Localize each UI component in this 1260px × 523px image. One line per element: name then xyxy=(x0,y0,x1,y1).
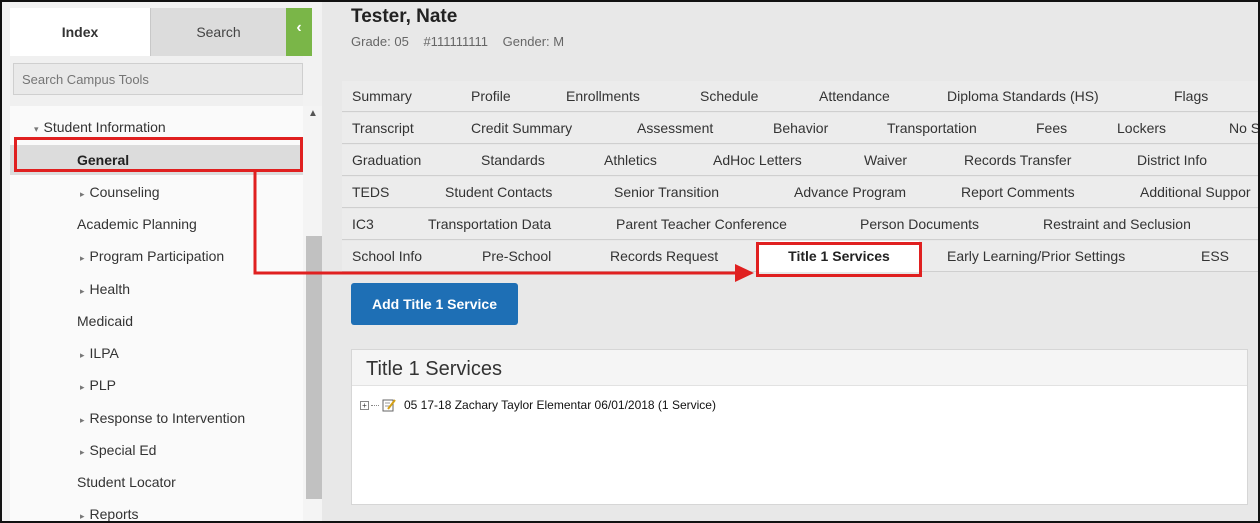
sidebar-item-student-locator[interactable]: Student Locator xyxy=(10,467,303,497)
sidebar-item-label: Special Ed xyxy=(89,442,157,458)
caret-right-icon: ▸ xyxy=(80,350,85,360)
panel-title: Title 1 Services xyxy=(352,350,1247,386)
app-frame: Index Search ‹ ▾Student Information Gene… xyxy=(0,0,1260,523)
sidebar-item-academic-planning[interactable]: Academic Planning xyxy=(10,209,303,239)
search-campus-tools-input[interactable] xyxy=(13,63,303,95)
student-id: #111111111 xyxy=(423,34,489,49)
sidebar-item-label: Student Locator xyxy=(77,474,176,490)
tab-index[interactable]: Index xyxy=(10,8,150,56)
sidebar-item-plp[interactable]: ▸ PLP xyxy=(10,370,303,400)
tab-student-contacts[interactable]: Student Contacts xyxy=(445,177,552,207)
scroll-up-arrow-icon[interactable]: ▲ xyxy=(308,108,318,119)
sidebar-item-label: Health xyxy=(89,281,130,297)
collapse-sidebar-button[interactable]: ‹ xyxy=(286,8,312,56)
tab-standards[interactable]: Standards xyxy=(481,145,545,175)
sidebar: Index Search ‹ ▾Student Information Gene… xyxy=(10,8,312,522)
sidebar-item-label: Academic Planning xyxy=(77,216,197,232)
tab-row-5: IC3 Transportation Data Parent Teacher C… xyxy=(342,209,1258,240)
caret-right-icon: ▸ xyxy=(80,447,85,457)
tab-adhoc-letters[interactable]: AdHoc Letters xyxy=(713,145,802,175)
sidebar-item-reports[interactable]: ▸ Reports xyxy=(10,499,303,522)
tab-transcript[interactable]: Transcript xyxy=(352,113,414,143)
sidebar-item-label: ILPA xyxy=(89,345,119,361)
tab-search[interactable]: Search xyxy=(150,8,286,56)
tab-attendance[interactable]: Attendance xyxy=(819,81,890,111)
tab-row-3: Graduation Standards Athletics AdHoc Let… xyxy=(342,145,1258,176)
tab-transportation[interactable]: Transportation xyxy=(887,113,977,143)
sidebar-item-label: Response to Intervention xyxy=(89,410,246,426)
sidebar-item-label: PLP xyxy=(89,377,116,393)
tab-row-4: TEDS Student Contacts Senior Transition … xyxy=(342,177,1258,208)
tab-ess[interactable]: ESS xyxy=(1201,241,1229,271)
tab-ic3[interactable]: IC3 xyxy=(352,209,374,239)
title-1-services-panel: Title 1 Services + 05 17-18 Zachary Tayl… xyxy=(351,349,1248,505)
tab-graduation[interactable]: Graduation xyxy=(352,145,421,175)
caret-right-icon: ▸ xyxy=(80,189,85,199)
tab-athletics[interactable]: Athletics xyxy=(604,145,657,175)
tree-connector xyxy=(371,404,379,406)
scrollbar-thumb[interactable] xyxy=(306,236,322,499)
sidebar-item-label: Counseling xyxy=(89,184,160,200)
annotation-box-title-1-services xyxy=(756,242,922,277)
sidebar-item-medicaid[interactable]: Medicaid xyxy=(10,306,303,336)
tab-person-documents[interactable]: Person Documents xyxy=(860,209,979,239)
tab-records-transfer[interactable]: Records Transfer xyxy=(964,145,1071,175)
sidebar-item-label: Student Information xyxy=(43,119,166,135)
sidebar-item-health[interactable]: ▸ Health xyxy=(10,274,303,304)
tab-summary[interactable]: Summary xyxy=(352,81,412,111)
tab-advance-program[interactable]: Advance Program xyxy=(794,177,906,207)
tab-row-2: Transcript Credit Summary Assessment Beh… xyxy=(342,113,1258,144)
tab-credit-summary[interactable]: Credit Summary xyxy=(471,113,572,143)
sidebar-item-special-ed[interactable]: ▸ Special Ed xyxy=(10,435,303,465)
tab-schedule[interactable]: Schedule xyxy=(700,81,758,111)
tab-diploma-standards[interactable]: Diploma Standards (HS) xyxy=(947,81,1099,111)
sidebar-item-label: Medicaid xyxy=(77,313,134,329)
student-name: Tester, Nate xyxy=(351,6,458,27)
add-title-1-service-button[interactable]: Add Title 1 Service xyxy=(351,283,518,325)
tab-report-comments[interactable]: Report Comments xyxy=(961,177,1075,207)
sidebar-item-response-to-intervention[interactable]: ▸ Response to Intervention xyxy=(10,403,303,433)
tab-school-info[interactable]: School Info xyxy=(352,241,422,271)
caret-right-icon: ▸ xyxy=(80,286,85,296)
sidebar-item-label: Program Participation xyxy=(89,248,225,264)
caret-right-icon: ▸ xyxy=(80,415,85,425)
student-grade: Grade: 05 xyxy=(351,34,409,49)
tab-transportation-data[interactable]: Transportation Data xyxy=(428,209,551,239)
tab-assessment[interactable]: Assessment xyxy=(637,113,713,143)
tab-additional-supports[interactable]: Additional Suppor xyxy=(1140,177,1251,207)
tree-row[interactable]: + 05 17-18 Zachary Taylor Elementar 06/0… xyxy=(360,396,716,414)
tab-pre-school[interactable]: Pre-School xyxy=(482,241,551,271)
tab-lockers[interactable]: Lockers xyxy=(1117,113,1166,143)
tab-early-learning[interactable]: Early Learning/Prior Settings xyxy=(947,241,1125,271)
caret-right-icon: ▸ xyxy=(80,253,85,263)
caret-right-icon: ▸ xyxy=(80,382,85,392)
sidebar-item-ilpa[interactable]: ▸ ILPA xyxy=(10,338,303,368)
tab-parent-teacher-conference[interactable]: Parent Teacher Conference xyxy=(616,209,787,239)
tab-behavior[interactable]: Behavior xyxy=(773,113,828,143)
sidebar-item-counseling[interactable]: ▸ Counseling xyxy=(10,177,303,207)
tab-fees[interactable]: Fees xyxy=(1036,113,1067,143)
tab-district-info[interactable]: District Info xyxy=(1137,145,1207,175)
tab-waiver[interactable]: Waiver xyxy=(864,145,907,175)
tab-senior-transition[interactable]: Senior Transition xyxy=(614,177,719,207)
tab-flags[interactable]: Flags xyxy=(1174,81,1208,111)
caret-right-icon: ▸ xyxy=(80,511,85,521)
tab-profile[interactable]: Profile xyxy=(471,81,511,111)
tab-row-1: Summary Profile Enrollments Schedule Att… xyxy=(342,81,1258,112)
tab-enrollments[interactable]: Enrollments xyxy=(566,81,640,111)
sidebar-item-program-participation[interactable]: ▸ Program Participation xyxy=(10,241,303,271)
service-entry-label[interactable]: 05 17-18 Zachary Taylor Elementar 06/01/… xyxy=(404,398,716,412)
tab-restraint-and-seclusion[interactable]: Restraint and Seclusion xyxy=(1043,209,1191,239)
tab-records-request[interactable]: Records Request xyxy=(610,241,718,271)
note-edit-icon xyxy=(382,399,396,412)
tab-truncated-row2[interactable]: No S xyxy=(1229,113,1258,143)
expand-plus-icon[interactable]: + xyxy=(360,400,369,410)
annotation-box-general xyxy=(14,137,303,172)
student-gender: Gender: M xyxy=(502,34,565,49)
sidebar-item-label: Reports xyxy=(89,506,139,522)
student-meta: Grade: 05 #111111111 Gender: M xyxy=(351,34,575,49)
sidebar-scrollbar[interactable]: ▲ xyxy=(303,106,322,521)
tab-teds[interactable]: TEDS xyxy=(352,177,389,207)
sidebar-tabs: Index Search ‹ xyxy=(10,8,312,56)
